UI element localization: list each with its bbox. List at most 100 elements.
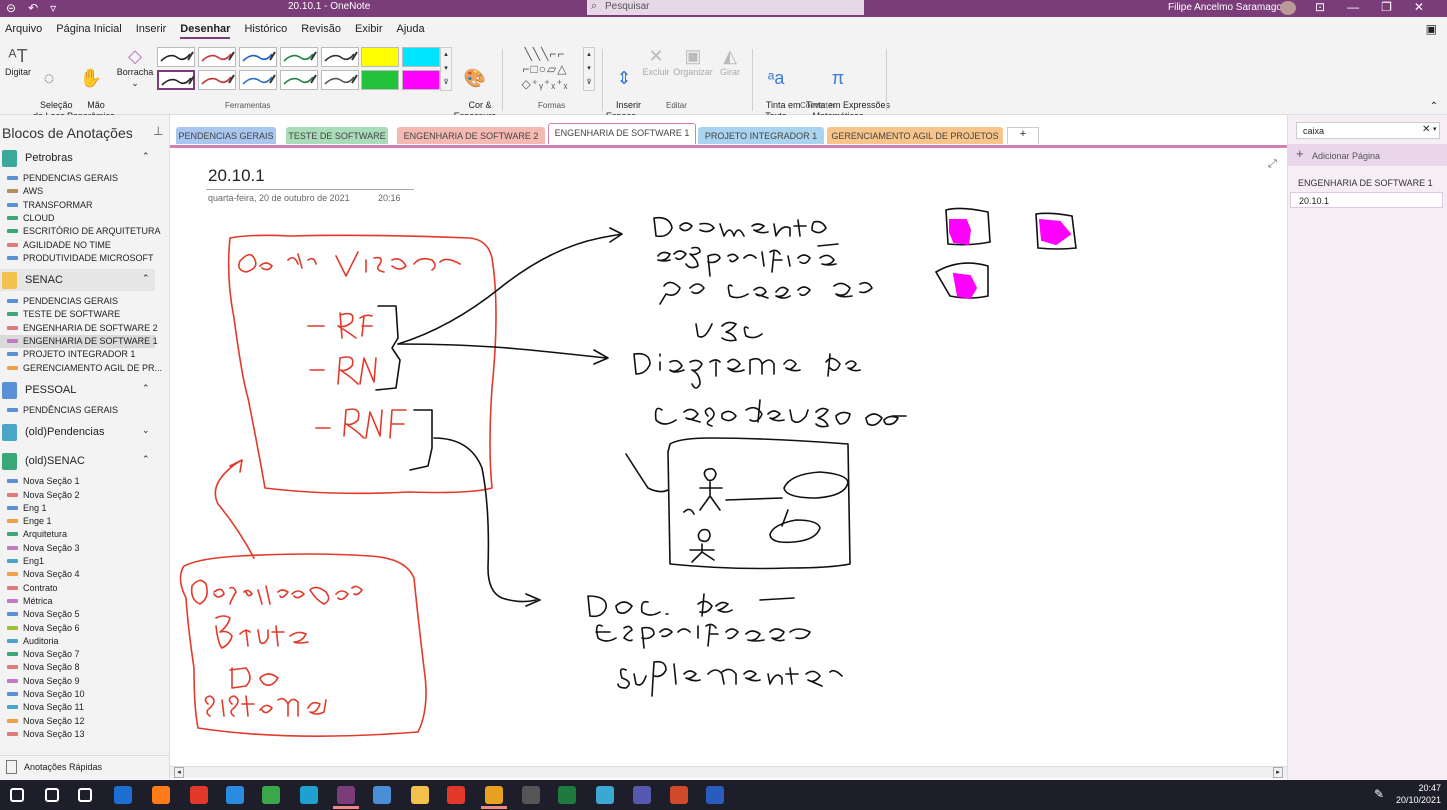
windows-start-icon[interactable] — [10, 788, 24, 802]
pen-swatch[interactable] — [239, 70, 277, 90]
pen-swatch[interactable] — [157, 47, 195, 67]
section-item[interactable]: PENDENCIAS GERAIS — [0, 295, 155, 308]
section-item[interactable]: Nova Seção 5 — [0, 608, 155, 621]
paint-icon[interactable] — [596, 786, 614, 804]
arrange-button[interactable]: ▣ Organizar — [672, 45, 714, 78]
section-item[interactable]: Nova Seção 8 — [0, 661, 155, 674]
section-tab[interactable]: ENGENHARIA DE SOFTWARE 2 — [397, 127, 545, 144]
add-page-button[interactable]: + Adicionar Página — [1288, 144, 1447, 166]
xmind-icon[interactable] — [190, 786, 208, 804]
pen-swatch[interactable] — [198, 70, 236, 90]
section-item[interactable]: Eng1 — [0, 555, 155, 568]
menu-tab[interactable]: Revisão — [301, 23, 341, 39]
share-icon[interactable]: ▣ — [1426, 22, 1437, 36]
calculator-icon[interactable] — [522, 786, 540, 804]
minimize-icon[interactable]: — — [1347, 0, 1359, 14]
highlighter-swatch[interactable] — [361, 47, 399, 67]
section-item[interactable]: Eng 1 — [0, 502, 155, 515]
ink-drawing[interactable] — [170, 148, 1287, 766]
chevron-icon[interactable]: ⌄ — [142, 425, 150, 436]
menu-tab[interactable]: Arquivo — [5, 23, 42, 39]
menu-tab[interactable]: Histórico — [244, 23, 287, 39]
shapes-scroll[interactable]: ▴ ▾ ⊽ — [583, 47, 595, 91]
chevron-icon[interactable]: ⌃ — [142, 273, 150, 284]
word-icon[interactable] — [706, 786, 724, 804]
shapes-gallery[interactable]: ╲╲╲⌐⌐ ⌐□○▱△ ◇⁺ᵧ⁺ₓ⁺ₓ — [508, 47, 582, 93]
section-item[interactable]: Contrato — [0, 582, 155, 595]
chevron-icon[interactable]: ⌃ — [142, 151, 150, 162]
chevron-icon[interactable]: ⌃ — [142, 383, 150, 394]
section-tab[interactable]: GERENCIAMENTO AGIL DE PROJETOS — [827, 127, 1003, 144]
section-item[interactable]: Nova Seção 10 — [0, 688, 155, 701]
xmind-icon-2[interactable] — [447, 786, 465, 804]
section-item[interactable]: Nova Seção 1 — [0, 475, 155, 488]
pen-swatch[interactable] — [321, 47, 359, 67]
section-item[interactable]: TRANSFORMAR — [0, 199, 155, 212]
section-tab[interactable]: PROJETO INTEGRADOR 1 — [698, 127, 824, 144]
pin-icon[interactable]: ⊥ — [153, 124, 163, 138]
pen-swatch[interactable] — [157, 70, 195, 90]
section-tab[interactable]: ENGENHARIA DE SOFTWARE 1 — [548, 123, 696, 144]
task-view-icon[interactable] — [78, 788, 92, 802]
notebook-item[interactable]: (old)SENAC ⌃ — [0, 450, 155, 472]
section-item[interactable]: Nova Seção 11 — [0, 701, 155, 714]
section-item[interactable]: Nova Seção 7 — [0, 648, 155, 661]
section-item[interactable]: Nova Seção 13 — [0, 728, 155, 741]
undo-icon[interactable]: ↶ — [28, 1, 38, 15]
section-item[interactable]: AGILIDADE NO TIME — [0, 239, 155, 252]
add-section-button[interactable]: + — [1007, 127, 1039, 144]
section-item[interactable]: Auditoria — [0, 635, 155, 648]
collapse-ribbon-icon[interactable]: ⌃ — [1428, 101, 1440, 112]
section-tab[interactable]: PENDENCIAS GERAIS — [176, 127, 276, 144]
section-item[interactable]: PROJETO INTEGRADOR 1 — [0, 348, 155, 361]
section-item[interactable]: Nova Seção 4 — [0, 568, 155, 581]
restore-icon[interactable]: ❐ — [1381, 0, 1392, 14]
section-item[interactable]: Nova Seção 6 — [0, 622, 155, 635]
pen-swatch[interactable] — [198, 47, 236, 67]
firefox-icon[interactable] — [152, 786, 170, 804]
section-item[interactable]: ESCRITÓRIO DE ARQUITETURA — [0, 225, 161, 238]
app-icon-2[interactable] — [481, 786, 507, 809]
search-scope-icon[interactable]: ▾ — [1433, 125, 1437, 133]
search-field[interactable]: caixa — [1296, 122, 1440, 139]
page-item[interactable]: 20.10.1 — [1290, 192, 1443, 208]
onenote-icon[interactable] — [333, 786, 359, 809]
search-icon[interactable] — [45, 788, 59, 802]
avatar[interactable] — [1280, 1, 1296, 15]
scroll-right-icon[interactable]: ▸ — [1273, 767, 1283, 778]
excel-icon[interactable] — [558, 786, 576, 804]
page-canvas[interactable]: 20.10.1 quarta-feira, 20 de outubro de 2… — [170, 145, 1287, 766]
section-item[interactable]: Métrica — [0, 595, 155, 608]
section-item[interactable]: AWS — [0, 185, 155, 198]
customize-icon[interactable]: ▿ — [50, 1, 56, 15]
notebook-item[interactable]: Petrobras ⌃ — [0, 147, 155, 169]
section-item[interactable]: Nova Seção 3 — [0, 542, 155, 555]
section-item[interactable]: Nova Seção 2 — [0, 489, 155, 502]
section-item[interactable]: PENDENCIAS GERAIS — [0, 172, 155, 185]
explorer-icon[interactable] — [411, 786, 429, 804]
section-item[interactable]: GERENCIAMENTO AGIL DE PR... — [0, 362, 162, 375]
highlighter-swatch[interactable] — [402, 70, 440, 90]
section-item[interactable]: ENGENHARIA DE SOFTWARE 2 — [0, 322, 158, 335]
pen-icon[interactable]: ✎ — [1374, 787, 1384, 801]
notebook-item[interactable]: PESSOAL ⌃ — [0, 379, 155, 401]
highlighter-swatch[interactable] — [402, 47, 440, 67]
pen-swatch[interactable] — [321, 70, 359, 90]
ribbon-display-icon[interactable]: ⊡ — [1315, 0, 1325, 14]
section-item[interactable]: ENGENHARIA DE SOFTWARE 1 — [0, 335, 158, 348]
menu-tab[interactable]: Desenhar — [180, 23, 231, 39]
menu-tab[interactable]: Exibir — [355, 23, 383, 39]
menu-tab[interactable]: Página Inicial — [56, 23, 121, 39]
menu-tab[interactable]: Ajuda — [397, 23, 425, 39]
section-item[interactable]: CLOUD — [0, 212, 155, 225]
delete-button[interactable]: ✕ Excluir — [640, 45, 672, 78]
close-icon[interactable]: ✕ — [1414, 0, 1424, 14]
section-item[interactable]: TESTE DE SOFTWARE — [0, 308, 155, 321]
clock[interactable]: 20:47 20/10/2021 — [1396, 782, 1441, 806]
search-box[interactable]: ⌕ Pesquisar — [587, 0, 864, 15]
ie-icon[interactable] — [226, 786, 244, 804]
notebook-item[interactable]: SENAC ⌃ — [0, 269, 155, 292]
user-name[interactable]: Filipe Ancelmo Saramago — [1168, 2, 1282, 13]
powerpoint-icon[interactable] — [670, 786, 688, 804]
section-item[interactable]: Arquitetura — [0, 528, 155, 541]
